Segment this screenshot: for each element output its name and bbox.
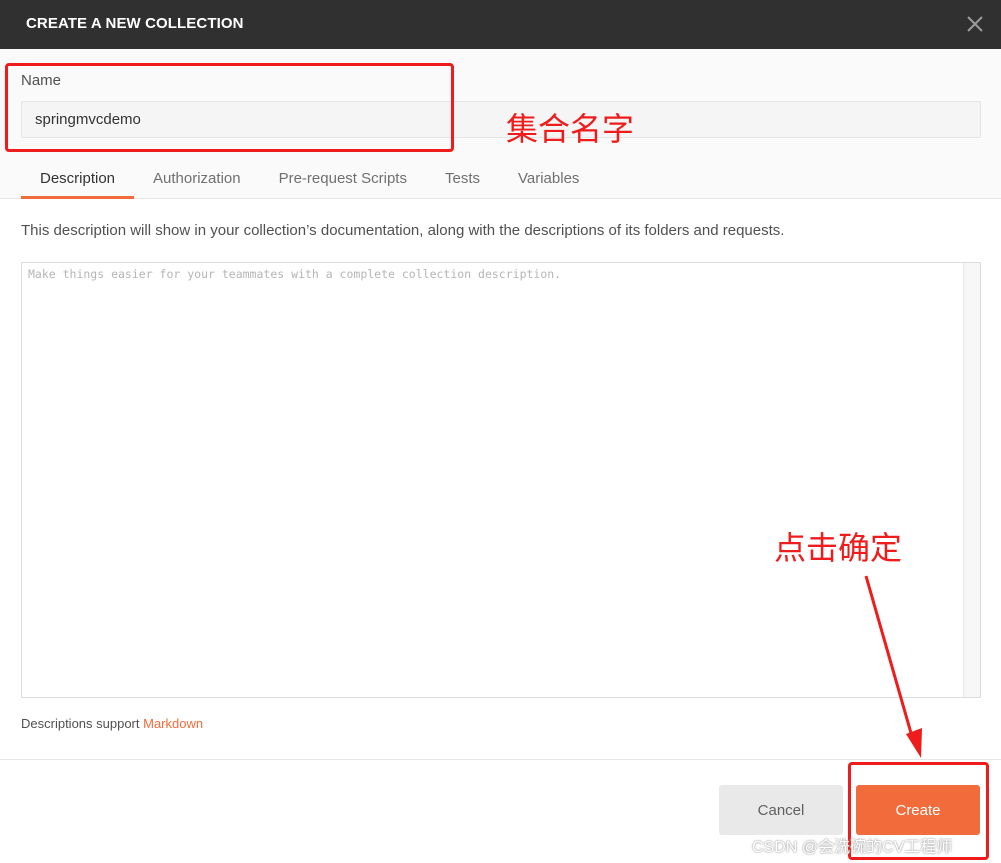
- footer-divider: [0, 759, 1001, 760]
- description-hint: This description will show in your colle…: [21, 222, 785, 239]
- close-icon-glyph: [967, 16, 983, 32]
- close-icon[interactable]: [965, 13, 985, 35]
- annotation-name-highlight: [5, 63, 454, 152]
- annotation-name-note: 集合名字: [506, 110, 635, 148]
- tab-authorization[interactable]: Authorization: [134, 155, 260, 199]
- description-editor: [21, 262, 981, 698]
- dialog-title: CREATE A NEW COLLECTION: [26, 15, 244, 32]
- markdown-note-text: Descriptions support: [21, 716, 144, 731]
- watermark: CSDN @会洗碗的CV工程师: [752, 839, 953, 856]
- annotation-arrow-icon: [864, 575, 922, 758]
- annotation-create-note: 点击确定: [774, 529, 903, 567]
- dialog-titlebar: CREATE A NEW COLLECTION: [0, 0, 1001, 49]
- tab-description[interactable]: Description: [21, 155, 135, 199]
- tab-pre-request-scripts[interactable]: Pre-request Scripts: [260, 155, 426, 199]
- description-textarea[interactable]: [22, 263, 963, 697]
- cancel-button[interactable]: Cancel: [719, 785, 843, 835]
- tab-bar: Description Authorization Pre-request Sc…: [21, 155, 598, 199]
- markdown-link[interactable]: Markdown: [143, 716, 203, 731]
- description-scrollbar[interactable]: [963, 263, 980, 697]
- markdown-note: Descriptions support Markdown: [21, 716, 203, 731]
- tab-tests[interactable]: Tests: [426, 155, 499, 199]
- tab-variables[interactable]: Variables: [499, 155, 598, 199]
